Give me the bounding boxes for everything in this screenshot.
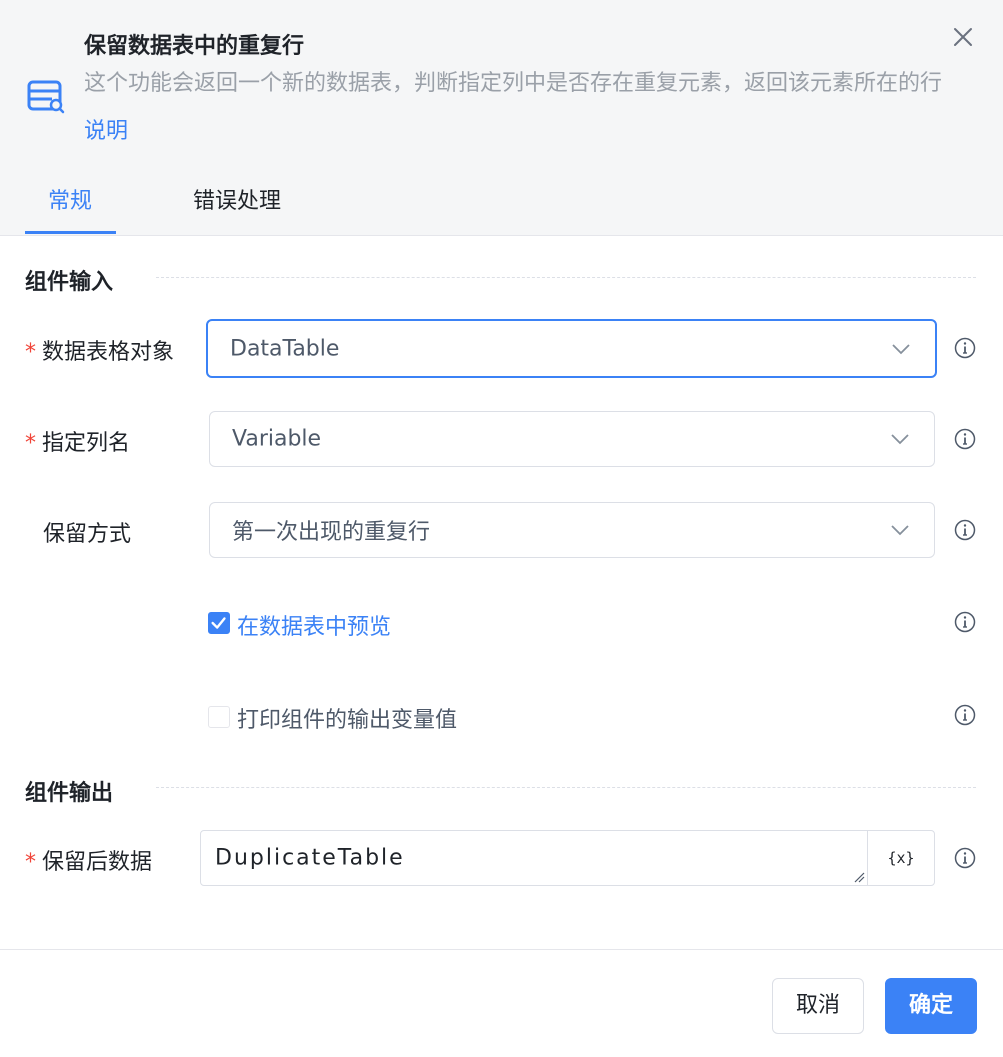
insert-variable-label: {x} [887, 849, 915, 867]
info-icon[interactable] [954, 337, 976, 359]
input-section-title: 组件输入 [25, 270, 114, 295]
dialog-title: 保留数据表中的重复行 [84, 34, 305, 59]
output-data-label-text: 保留后数据 [42, 850, 153, 875]
datatable-object-label-text: 数据表格对象 [42, 340, 175, 365]
output-variable-value: DuplicateTable [215, 845, 405, 871]
info-icon[interactable] [954, 847, 976, 869]
print-output-checkbox-label[interactable]: 打印组件的输出变量值 [237, 702, 457, 734]
keep-mode-select[interactable]: 第一次出现的重复行 [209, 502, 935, 558]
info-icon[interactable] [954, 519, 976, 541]
chevron-down-icon [891, 434, 909, 445]
print-output-checkbox[interactable] [208, 706, 230, 728]
output-section-divider [156, 787, 976, 788]
help-link[interactable]: 说明 [84, 119, 128, 144]
required-marker: * [25, 431, 36, 456]
cancel-button[interactable]: 取消 [772, 978, 864, 1034]
footer-divider [0, 949, 1003, 950]
required-marker: * [25, 340, 36, 365]
chevron-down-icon [891, 525, 909, 536]
resize-handle-icon[interactable] [853, 871, 865, 883]
tab-error-handling[interactable]: 错误处理 [193, 183, 281, 215]
preview-checkbox[interactable] [208, 612, 230, 634]
description-text: 这个功能会返回一个新的数据表，判断指定列中是否存在重复元素，返回该元素所在的行 [84, 71, 943, 96]
output-section-title: 组件输出 [25, 781, 114, 806]
column-name-value: Variable [232, 426, 322, 452]
dialog-description: 这个功能会返回一个新的数据表，判断指定列中是否存在重复元素，返回该元素所在的行 … [84, 60, 944, 156]
info-icon[interactable] [954, 611, 976, 633]
output-data-label: * 保留后数据 [25, 844, 152, 876]
output-variable-input[interactable]: DuplicateTable [200, 830, 868, 886]
keep-mode-value: 第一次出现的重复行 [232, 520, 431, 545]
keep-mode-label: 保留方式 [43, 522, 132, 547]
dialog-header: 保留数据表中的重复行 这个功能会返回一个新的数据表，判断指定列中是否存在重复元素… [0, 0, 1003, 236]
input-section-divider [156, 277, 976, 278]
info-icon[interactable] [954, 428, 976, 450]
datatable-search-icon [27, 80, 65, 114]
preview-checkbox-label[interactable]: 在数据表中预览 [237, 609, 391, 641]
tab-general[interactable]: 常规 [48, 183, 92, 215]
datatable-object-label: * 数据表格对象 [25, 334, 174, 366]
required-marker: * [25, 850, 36, 875]
chevron-down-icon [892, 343, 910, 354]
datatable-object-value: DataTable [230, 336, 340, 361]
datatable-object-select[interactable]: DataTable [206, 319, 937, 378]
close-icon[interactable] [948, 22, 978, 52]
insert-variable-button[interactable]: {x} [867, 830, 935, 886]
active-tab-indicator [25, 231, 116, 234]
confirm-button[interactable]: 确定 [885, 978, 977, 1034]
check-icon [211, 617, 226, 629]
column-name-label: * 指定列名 [25, 425, 130, 457]
column-name-label-text: 指定列名 [42, 431, 131, 456]
info-icon[interactable] [954, 704, 976, 726]
column-name-select[interactable]: Variable [209, 411, 935, 467]
